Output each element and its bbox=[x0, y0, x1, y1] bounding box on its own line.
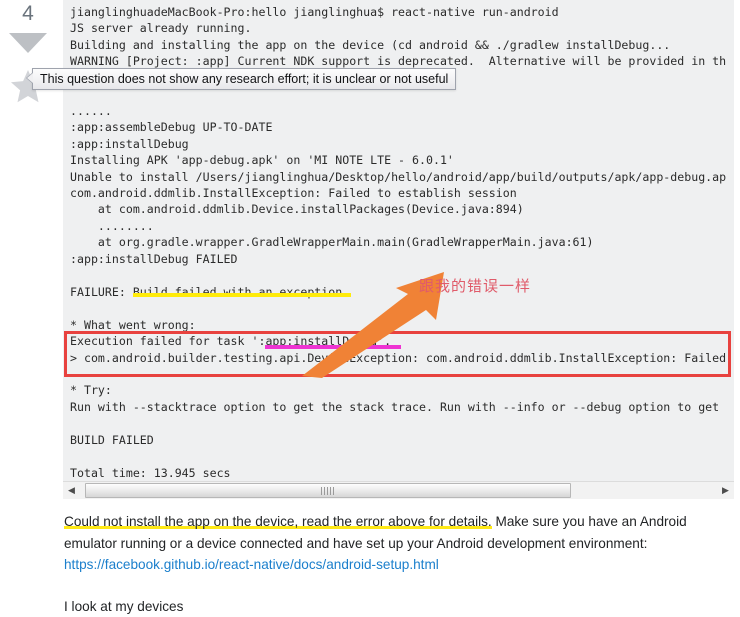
vote-count: 4 bbox=[22, 2, 34, 25]
magenta-underline-annotation bbox=[265, 345, 401, 349]
post-paragraph-1: Could not install the app on the device,… bbox=[64, 511, 689, 576]
post-body: Could not install the app on the device,… bbox=[64, 511, 689, 617]
code-block-horizontal-scrollbar[interactable]: ◀ ▶ bbox=[63, 481, 734, 499]
scrollbar-thumb[interactable] bbox=[85, 483, 571, 498]
tooltip-pointer bbox=[27, 73, 33, 83]
chevron-left-icon[interactable]: ◀ bbox=[63, 482, 80, 499]
red-box-annotation bbox=[64, 331, 731, 377]
vote-gutter: 4 bbox=[0, 0, 58, 130]
downvote-triangle-icon[interactable] bbox=[9, 33, 47, 53]
post-paragraph-2: I look at my devices bbox=[64, 598, 184, 614]
downvote-tooltip-text: This question does not show any research… bbox=[40, 72, 449, 86]
chevron-right-icon[interactable]: ▶ bbox=[717, 482, 734, 499]
downvote-tooltip: This question does not show any research… bbox=[26, 68, 457, 90]
yellow-highlight-failure-line bbox=[133, 293, 351, 297]
annotation-note-text: 跟我的错误一样 bbox=[419, 277, 532, 295]
scrollbar-thumb-grip bbox=[321, 487, 335, 495]
highlighted-sentence: Could not install the app on the device,… bbox=[64, 514, 492, 529]
android-setup-link[interactable]: https://facebook.github.io/react-native/… bbox=[64, 557, 439, 572]
